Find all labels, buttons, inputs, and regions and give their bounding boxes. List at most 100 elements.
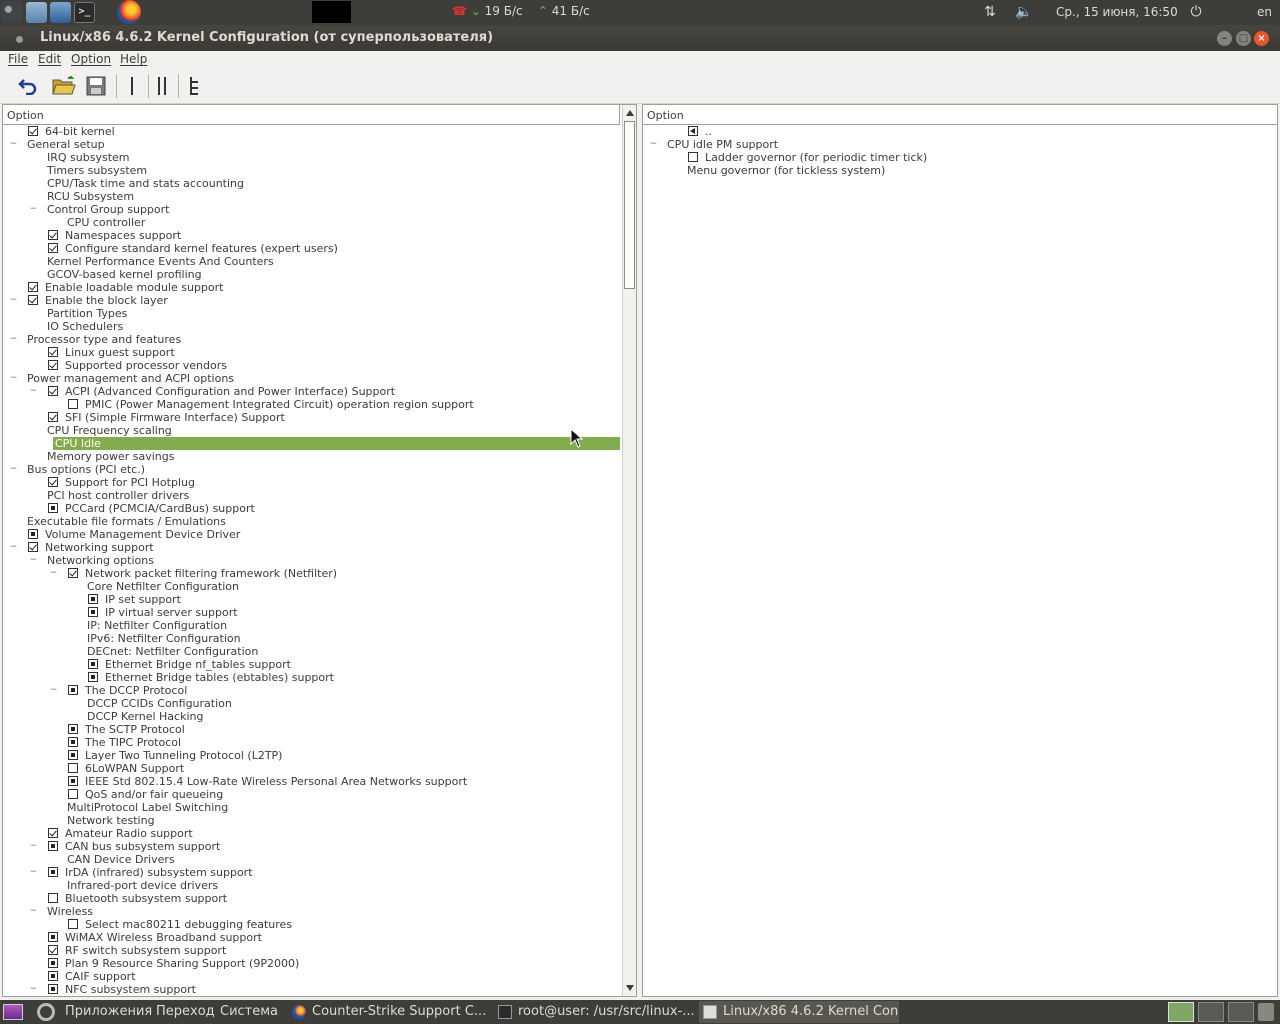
tree-row[interactable]: − NFC subsystem support [3, 983, 620, 996]
tree-row[interactable]: PCI host controller drivers [3, 489, 620, 502]
tree-row[interactable]: Executable file formats / Emulations [3, 515, 620, 528]
tree-row[interactable]: − Wireless [3, 905, 620, 918]
checkbox-module[interactable] [28, 529, 38, 539]
trash-icon[interactable] [1258, 1003, 1274, 1021]
maximize-button[interactable]: □ [1236, 31, 1251, 46]
scroll-down-arrow-icon[interactable] [626, 985, 634, 991]
menu-help[interactable]: Help [120, 52, 147, 66]
checkbox-module[interactable] [48, 867, 58, 877]
collapse-toggle-icon[interactable]: − [29, 205, 38, 214]
collapse-toggle-icon[interactable]: − [9, 465, 18, 474]
window-titlebar[interactable]: Linux/x86 4.6.2 Kernel Configuration (от… [0, 25, 1280, 51]
collapse-toggle-icon[interactable]: − [9, 140, 18, 149]
collapse-toggle-icon[interactable]: − [49, 569, 58, 578]
column-header-option[interactable]: Option [3, 105, 620, 125]
tree-row[interactable]: − Control Group support [3, 203, 620, 216]
checkbox-checked[interactable] [48, 386, 58, 396]
tree-row[interactable]: − CPU idle PM support [643, 138, 1260, 151]
tree-row[interactable]: 64-bit kernel [3, 125, 620, 138]
tree-row[interactable]: DECnet: Netfilter Configuration [3, 645, 620, 658]
tree-row[interactable]: CPU controller [3, 216, 620, 229]
checkbox-unchecked[interactable] [68, 399, 78, 409]
checkbox-checked[interactable] [48, 230, 58, 240]
tree-row[interactable]: Linux guest support [3, 346, 620, 359]
tree-row[interactable]: GCOV-based kernel profiling [3, 268, 620, 281]
checkbox-checked[interactable] [48, 945, 58, 955]
tree-row[interactable]: − The DCCP Protocol [3, 684, 620, 697]
tree-row[interactable]: The SCTP Protocol [3, 723, 620, 736]
collapse-toggle-icon[interactable]: − [29, 868, 38, 877]
config-tree-pane[interactable]: Option 64-bit kernel − General setup IRQ su… [2, 104, 637, 997]
terminal-icon[interactable]: >_ [74, 2, 95, 23]
checkbox-unchecked[interactable] [68, 789, 78, 799]
tree-row[interactable]: IPv6: Netfilter Configuration [3, 632, 620, 645]
checkbox-unchecked[interactable] [68, 919, 78, 929]
tree-row[interactable]: IRQ subsystem [3, 151, 620, 164]
tree-row[interactable]: IP: Netfilter Configuration [3, 619, 620, 632]
task-kernel-config[interactable]: Linux/x86 4.6.2 Kernel Con... [699, 1001, 899, 1023]
checkbox-module[interactable] [48, 971, 58, 981]
tree-row[interactable]: Ladder governor (for periodic timer tick… [643, 151, 1260, 164]
collapse-toggle-icon[interactable]: − [9, 543, 18, 552]
workspace-2[interactable] [1198, 1002, 1224, 1022]
tree-row[interactable]: IP virtual server support [3, 606, 620, 619]
tree-row[interactable]: DCCP CCIDs Configuration [3, 697, 620, 710]
tree-row[interactable]: PMIC (Power Management Integrated Circui… [3, 398, 620, 411]
checkbox-module[interactable] [68, 724, 78, 734]
collapse-toggle-icon[interactable]: − [29, 907, 38, 916]
tree-row[interactable]: − Networking options [3, 554, 620, 567]
split-view-icon[interactable] [150, 74, 174, 98]
tree-row[interactable]: The TIPC Protocol [3, 736, 620, 749]
checkbox-module[interactable] [68, 685, 78, 695]
menu-applications[interactable]: Приложения [65, 1004, 152, 1019]
tree-row[interactable]: Amateur Radio support [3, 827, 620, 840]
single-view-icon[interactable] [120, 74, 144, 98]
tree-row[interactable]: SFI (Simple Firmware Interface) Support [3, 411, 620, 424]
checkbox-module[interactable] [68, 750, 78, 760]
menu-places[interactable]: Переход [156, 1004, 215, 1019]
checkbox-checked[interactable] [28, 542, 38, 552]
show-desktop-icon[interactable] [3, 1004, 23, 1020]
tree-row[interactable]: − Processor type and features [3, 333, 620, 346]
checkbox-module[interactable] [68, 776, 78, 786]
tree-row[interactable]: IO Schedulers [3, 320, 620, 333]
collapse-toggle-icon[interactable]: − [29, 387, 38, 396]
collapse-toggle-icon[interactable]: − [29, 556, 38, 565]
virtualbox-icon[interactable] [50, 2, 71, 23]
tree-row[interactable]: CPU Idle [53, 437, 620, 450]
collapse-toggle-icon[interactable]: − [9, 335, 18, 344]
tree-row[interactable]: CAIF support [3, 970, 620, 983]
checkbox-unchecked[interactable] [688, 152, 698, 162]
tree-row[interactable]: Partition Types [3, 307, 620, 320]
checkbox-module[interactable] [88, 594, 98, 604]
window-menu-icon[interactable] [16, 36, 23, 43]
tree-row[interactable]: RF switch subsystem support [3, 944, 620, 957]
tree-row[interactable]: IP set support [3, 593, 620, 606]
column-header-option[interactable]: Option [643, 105, 1277, 125]
checkbox-checked[interactable] [28, 295, 38, 305]
home-folder-icon[interactable] [26, 2, 47, 23]
tree-row[interactable]: RCU Subsystem [3, 190, 620, 203]
tree-row[interactable]: Core Netfilter Configuration [3, 580, 620, 593]
firefox-icon[interactable] [117, 0, 141, 24]
task-firefox[interactable]: Counter-Strike Support C... [288, 1001, 488, 1023]
collapse-toggle-icon[interactable]: − [29, 985, 38, 994]
checkbox-module[interactable] [48, 503, 58, 513]
tree-row[interactable]: Menu governor (for tickless system) [643, 164, 1260, 177]
tree-row[interactable]: Namespaces support [3, 229, 620, 242]
network-monitor[interactable]: ☎ ⌄ 19 Б/с ⌃ 41 Б/с [452, 4, 590, 18]
collapse-toggle-icon[interactable]: − [29, 842, 38, 851]
tree-row[interactable]: CPU/Task time and stats accounting [3, 177, 620, 190]
tree-row[interactable]: − Enable the block layer [3, 294, 620, 307]
network-transfer-icon[interactable]: ⇅ [981, 4, 999, 20]
config-detail-list[interactable]: .. − CPU idle PM support Ladder governor (f… [643, 125, 1260, 177]
close-button[interactable]: × [1254, 31, 1269, 46]
tree-row[interactable]: Configure standard kernel features (expe… [3, 242, 620, 255]
tree-row[interactable]: Network testing [3, 814, 620, 827]
keyboard-layout-indicator[interactable]: en [1257, 5, 1272, 19]
tree-row[interactable]: Select mac80211 debugging features [3, 918, 620, 931]
tree-row[interactable]: − General setup [3, 138, 620, 151]
undo-icon[interactable] [16, 74, 40, 98]
checkbox-module[interactable] [48, 984, 58, 994]
tree-row[interactable]: PCCard (PCMCIA/CardBus) support [3, 502, 620, 515]
